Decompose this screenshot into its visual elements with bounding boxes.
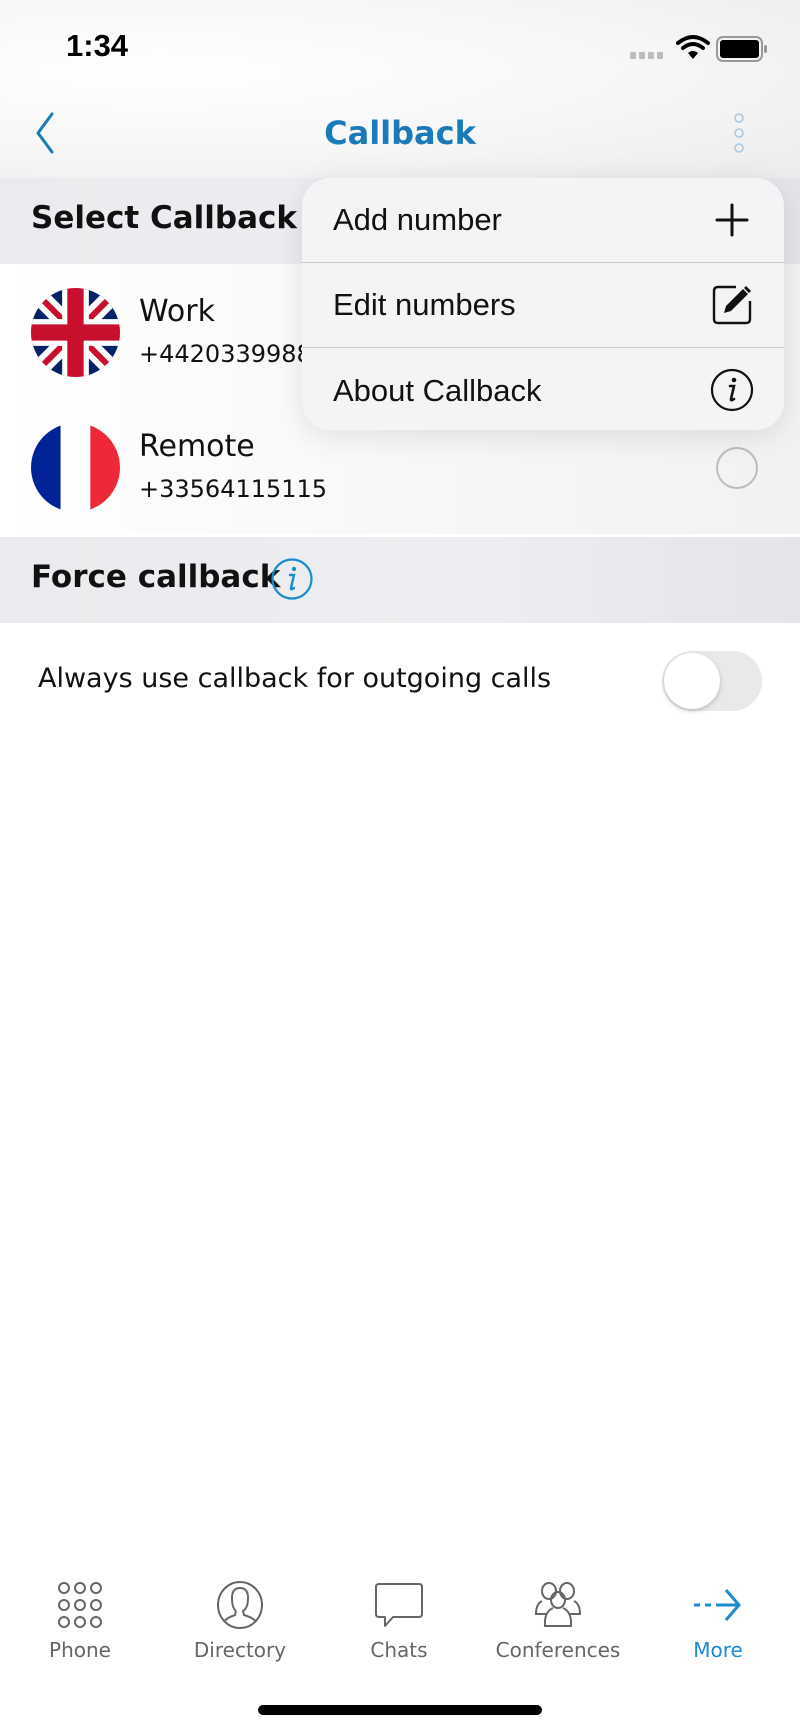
options-menu: Add number Edit numbers About Callback <box>302 178 784 430</box>
tab-bar: Phone Directory Chats Conferences More <box>0 1570 800 1670</box>
force-callback-header: Force callback <box>0 537 800 623</box>
status-time: 1:34 <box>66 28 129 63</box>
tab-label: Directory <box>193 1638 287 1662</box>
tab-conferences[interactable]: Conferences <box>488 1570 628 1670</box>
plus-icon <box>715 203 749 237</box>
person-icon <box>217 1581 263 1629</box>
dashed-arrow-icon <box>694 1589 741 1621</box>
edit-icon <box>712 285 752 325</box>
status-bar: 1:34 <box>0 0 800 90</box>
menu-item-label: Add number <box>333 202 502 237</box>
info-icon <box>710 368 754 412</box>
home-indicator[interactable] <box>258 1705 542 1715</box>
phone-number: +33564115115 <box>139 475 328 503</box>
menu-item-label: Edit numbers <box>333 287 516 322</box>
toggle-label: Always use callback for outgoing calls <box>38 663 552 694</box>
number-label: Work <box>139 294 215 329</box>
menu-item-edit-numbers[interactable]: Edit numbers <box>302 263 784 348</box>
page-title: Callback <box>324 114 476 152</box>
phone-number: +4420339988( <box>139 340 322 368</box>
battery-icon <box>716 36 767 62</box>
tab-label: More <box>693 1638 743 1662</box>
select-radio[interactable] <box>716 447 758 489</box>
france-flag-icon <box>31 423 120 512</box>
tab-label: Phone <box>49 1638 111 1662</box>
menu-item-add-number[interactable]: Add number <box>302 178 784 263</box>
section-title: Force callback <box>31 559 281 595</box>
chat-bubble-icon <box>375 1583 423 1627</box>
tab-chats[interactable]: Chats <box>329 1570 469 1670</box>
menu-item-about-callback[interactable]: About Callback <box>302 348 784 430</box>
wifi-icon <box>676 35 710 59</box>
more-options-button[interactable] <box>728 112 750 158</box>
tab-more[interactable]: More <box>648 1570 788 1670</box>
tab-phone[interactable]: Phone <box>10 1570 150 1670</box>
uk-flag-icon <box>31 288 120 377</box>
tab-label: Conferences <box>495 1638 621 1662</box>
group-icon <box>534 1582 582 1627</box>
tab-label: Chats <box>370 1638 428 1662</box>
menu-item-label: About Callback <box>333 372 542 408</box>
keypad-icon <box>58 1582 102 1628</box>
signal-icon <box>630 52 663 59</box>
force-callback-toggle[interactable] <box>662 651 762 711</box>
info-icon[interactable] <box>270 557 314 601</box>
vertical-ellipsis-icon <box>734 113 744 153</box>
number-label: Remote <box>139 429 255 464</box>
force-callback-row: Always use callback for outgoing calls <box>0 623 800 743</box>
tab-directory[interactable]: Directory <box>170 1570 310 1670</box>
toggle-knob <box>664 653 720 709</box>
